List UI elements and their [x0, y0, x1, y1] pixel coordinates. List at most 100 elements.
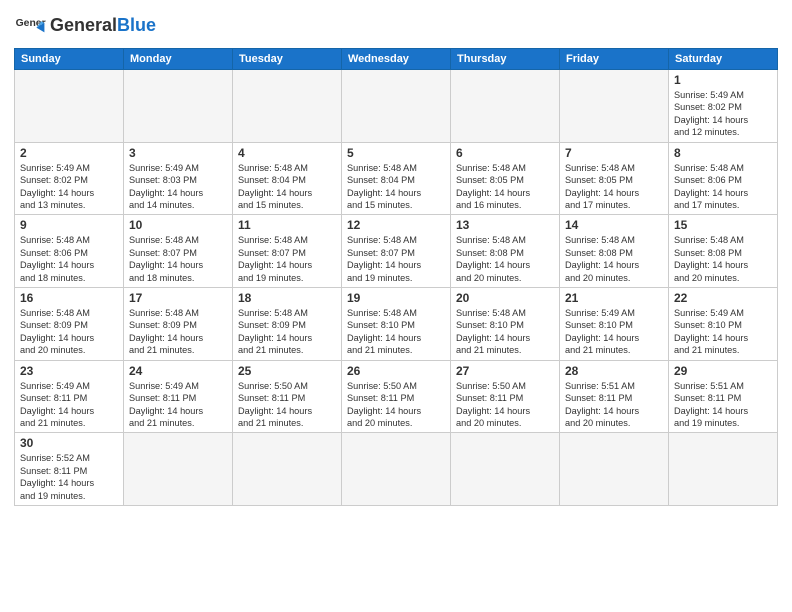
day-info: Sunrise: 5:48 AM Sunset: 8:09 PM Dayligh…: [129, 307, 227, 357]
day-info: Sunrise: 5:48 AM Sunset: 8:08 PM Dayligh…: [565, 234, 663, 284]
weekday-header-thursday: Thursday: [451, 49, 560, 70]
calendar-day-cell: 16 Sunrise: 5:48 AM Sunset: 8:09 PM Dayli…: [15, 288, 124, 361]
day-info: Sunrise: 5:49 AM Sunset: 8:10 PM Dayligh…: [565, 307, 663, 357]
calendar-day-cell: [124, 70, 233, 143]
day-number: 13: [456, 218, 554, 232]
calendar-week-row: 9 Sunrise: 5:48 AM Sunset: 8:06 PM Daylig…: [15, 215, 778, 288]
weekday-header-saturday: Saturday: [669, 49, 778, 70]
day-info: Sunrise: 5:52 AM Sunset: 8:11 PM Dayligh…: [20, 452, 118, 502]
day-number: 25: [238, 364, 336, 378]
day-number: 23: [20, 364, 118, 378]
day-number: 19: [347, 291, 445, 305]
logo: General GeneralBlue: [14, 10, 156, 42]
calendar-day-cell: 3 Sunrise: 5:49 AM Sunset: 8:03 PM Daylig…: [124, 142, 233, 215]
calendar-day-cell: [233, 433, 342, 506]
calendar-day-cell: 15 Sunrise: 5:48 AM Sunset: 8:08 PM Dayli…: [669, 215, 778, 288]
day-info: Sunrise: 5:48 AM Sunset: 8:10 PM Dayligh…: [347, 307, 445, 357]
calendar-day-cell: 18Sunrise: 5:48 AM Sunset: 8:09 PM Dayli…: [233, 288, 342, 361]
day-number: 16: [20, 291, 118, 305]
day-info: Sunrise: 5:48 AM Sunset: 8:06 PM Dayligh…: [20, 234, 118, 284]
calendar-day-cell: 24 Sunrise: 5:49 AM Sunset: 8:11 PM Dayli…: [124, 360, 233, 433]
generalblue-logo-icon: General: [14, 10, 46, 42]
calendar-day-cell: 17 Sunrise: 5:48 AM Sunset: 8:09 PM Dayli…: [124, 288, 233, 361]
day-info: Sunrise: 5:49 AM Sunset: 8:03 PM Dayligh…: [129, 162, 227, 212]
day-info: Sunrise: 5:50 AM Sunset: 8:11 PM Dayligh…: [238, 380, 336, 430]
day-info: Sunrise: 5:48 AM Sunset: 8:07 PM Dayligh…: [129, 234, 227, 284]
calendar-day-cell: 4 Sunrise: 5:48 AM Sunset: 8:04 PM Daylig…: [233, 142, 342, 215]
day-number: 10: [129, 218, 227, 232]
calendar-day-cell: [560, 70, 669, 143]
calendar-day-cell: 22Sunrise: 5:49 AM Sunset: 8:10 PM Dayli…: [669, 288, 778, 361]
calendar-day-cell: 14 Sunrise: 5:48 AM Sunset: 8:08 PM Dayli…: [560, 215, 669, 288]
day-number: 2: [20, 146, 118, 160]
day-info: Sunrise: 5:49 AM Sunset: 8:02 PM Dayligh…: [20, 162, 118, 212]
day-number: 22: [674, 291, 772, 305]
calendar-day-cell: 23 Sunrise: 5:49 AM Sunset: 8:11 PM Dayli…: [15, 360, 124, 433]
calendar-day-cell: 11 Sunrise: 5:48 AM Sunset: 8:07 PM Dayli…: [233, 215, 342, 288]
day-info: Sunrise: 5:51 AM Sunset: 8:11 PM Dayligh…: [674, 380, 772, 430]
calendar-day-cell: [669, 433, 778, 506]
calendar-day-cell: [451, 70, 560, 143]
calendar-day-cell: 26Sunrise: 5:50 AM Sunset: 8:11 PM Dayli…: [342, 360, 451, 433]
day-info: Sunrise: 5:48 AM Sunset: 8:04 PM Dayligh…: [347, 162, 445, 212]
calendar-week-row: 1Sunrise: 5:49 AM Sunset: 8:02 PM Daylig…: [15, 70, 778, 143]
day-info: Sunrise: 5:49 AM Sunset: 8:11 PM Dayligh…: [129, 380, 227, 430]
day-number: 17: [129, 291, 227, 305]
weekday-header-wednesday: Wednesday: [342, 49, 451, 70]
day-info: Sunrise: 5:48 AM Sunset: 8:05 PM Dayligh…: [565, 162, 663, 212]
day-number: 20: [456, 291, 554, 305]
calendar-day-cell: 6 Sunrise: 5:48 AM Sunset: 8:05 PM Daylig…: [451, 142, 560, 215]
logo-text: GeneralBlue: [50, 16, 156, 36]
day-info: Sunrise: 5:48 AM Sunset: 8:05 PM Dayligh…: [456, 162, 554, 212]
calendar-day-cell: 1Sunrise: 5:49 AM Sunset: 8:02 PM Daylig…: [669, 70, 778, 143]
day-info: Sunrise: 5:48 AM Sunset: 8:08 PM Dayligh…: [674, 234, 772, 284]
calendar-day-cell: 20Sunrise: 5:48 AM Sunset: 8:10 PM Dayli…: [451, 288, 560, 361]
calendar-week-row: 16 Sunrise: 5:48 AM Sunset: 8:09 PM Dayli…: [15, 288, 778, 361]
day-number: 24: [129, 364, 227, 378]
calendar-week-row: 23 Sunrise: 5:49 AM Sunset: 8:11 PM Dayli…: [15, 360, 778, 433]
day-number: 8: [674, 146, 772, 160]
calendar-day-cell: 21 Sunrise: 5:49 AM Sunset: 8:10 PM Dayli…: [560, 288, 669, 361]
weekday-header-sunday: Sunday: [15, 49, 124, 70]
weekday-header-monday: Monday: [124, 49, 233, 70]
day-number: 14: [565, 218, 663, 232]
calendar-day-cell: 19 Sunrise: 5:48 AM Sunset: 8:10 PM Dayli…: [342, 288, 451, 361]
day-info: Sunrise: 5:48 AM Sunset: 8:07 PM Dayligh…: [238, 234, 336, 284]
calendar-day-cell: [451, 433, 560, 506]
weekday-header-row: SundayMondayTuesdayWednesdayThursdayFrid…: [15, 49, 778, 70]
day-number: 3: [129, 146, 227, 160]
day-info: Sunrise: 5:48 AM Sunset: 8:09 PM Dayligh…: [20, 307, 118, 357]
day-number: 27: [456, 364, 554, 378]
calendar-day-cell: 9 Sunrise: 5:48 AM Sunset: 8:06 PM Daylig…: [15, 215, 124, 288]
day-number: 30: [20, 436, 118, 450]
calendar-day-cell: 27 Sunrise: 5:50 AM Sunset: 8:11 PM Dayli…: [451, 360, 560, 433]
day-number: 9: [20, 218, 118, 232]
day-number: 15: [674, 218, 772, 232]
calendar-day-cell: 2 Sunrise: 5:49 AM Sunset: 8:02 PM Daylig…: [15, 142, 124, 215]
calendar-day-cell: 13 Sunrise: 5:48 AM Sunset: 8:08 PM Dayli…: [451, 215, 560, 288]
calendar-day-cell: 29Sunrise: 5:51 AM Sunset: 8:11 PM Dayli…: [669, 360, 778, 433]
day-number: 28: [565, 364, 663, 378]
day-number: 12: [347, 218, 445, 232]
day-info: Sunrise: 5:48 AM Sunset: 8:06 PM Dayligh…: [674, 162, 772, 212]
calendar-day-cell: 12Sunrise: 5:48 AM Sunset: 8:07 PM Dayli…: [342, 215, 451, 288]
calendar-day-cell: [342, 433, 451, 506]
calendar-day-cell: 10 Sunrise: 5:48 AM Sunset: 8:07 PM Dayli…: [124, 215, 233, 288]
day-number: 5: [347, 146, 445, 160]
day-info: Sunrise: 5:50 AM Sunset: 8:11 PM Dayligh…: [456, 380, 554, 430]
page: General GeneralBlue SundayMondayTuesdayW…: [0, 0, 792, 516]
day-info: Sunrise: 5:48 AM Sunset: 8:04 PM Dayligh…: [238, 162, 336, 212]
day-number: 21: [565, 291, 663, 305]
day-number: 4: [238, 146, 336, 160]
day-info: Sunrise: 5:50 AM Sunset: 8:11 PM Dayligh…: [347, 380, 445, 430]
day-number: 11: [238, 218, 336, 232]
day-info: Sunrise: 5:49 AM Sunset: 8:11 PM Dayligh…: [20, 380, 118, 430]
calendar-day-cell: [124, 433, 233, 506]
day-number: 6: [456, 146, 554, 160]
logo-blue-text: Blue: [117, 15, 156, 35]
calendar-day-cell: [15, 70, 124, 143]
calendar-day-cell: 7Sunrise: 5:48 AM Sunset: 8:05 PM Daylig…: [560, 142, 669, 215]
weekday-header-friday: Friday: [560, 49, 669, 70]
day-info: Sunrise: 5:48 AM Sunset: 8:08 PM Dayligh…: [456, 234, 554, 284]
calendar-day-cell: [560, 433, 669, 506]
